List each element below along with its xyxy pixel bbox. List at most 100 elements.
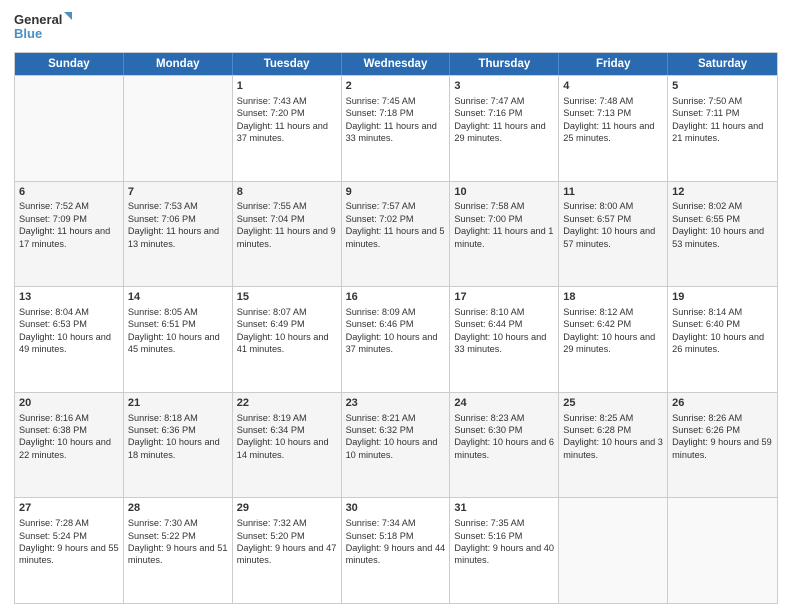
day-number: 14: [128, 290, 228, 305]
cal-cell: 4Sunrise: 7:48 AMSunset: 7:13 PMDaylight…: [559, 76, 668, 181]
day-number: 19: [672, 290, 773, 305]
week-row-1: 1Sunrise: 7:43 AMSunset: 7:20 PMDaylight…: [15, 75, 777, 181]
day-number: 25: [563, 396, 663, 411]
sunrise-text: Sunrise: 7:53 AM: [128, 201, 198, 211]
cal-cell: 1Sunrise: 7:43 AMSunset: 7:20 PMDaylight…: [233, 76, 342, 181]
cal-cell: 19Sunrise: 8:14 AMSunset: 6:40 PMDayligh…: [668, 287, 777, 392]
day-number: 27: [19, 501, 119, 516]
calendar-body: 1Sunrise: 7:43 AMSunset: 7:20 PMDaylight…: [15, 75, 777, 603]
sunset-text: Sunset: 7:02 PM: [346, 214, 414, 224]
cal-cell: [124, 76, 233, 181]
sunrise-text: Sunrise: 8:07 AM: [237, 307, 307, 317]
svg-text:General: General: [14, 12, 62, 27]
sunrise-text: Sunrise: 7:28 AM: [19, 518, 89, 528]
day-number: 30: [346, 501, 446, 516]
sunset-text: Sunset: 6:30 PM: [454, 425, 522, 435]
cal-cell: 26 Sunrise: 8:26 AM Sunset: 6:26 PM Dayligh…: [668, 393, 777, 498]
sunrise-text: Sunrise: 8:04 AM: [19, 307, 89, 317]
sunset-text: Sunset: 5:22 PM: [128, 531, 196, 541]
day-number: 26: [672, 396, 773, 411]
day-number: 17: [454, 290, 554, 305]
cal-cell: 3Sunrise: 7:47 AMSunset: 7:16 PMDaylight…: [450, 76, 559, 181]
sunset-text: Sunset: 7:09 PM: [19, 214, 87, 224]
daylight-text: Daylight: 10 hours and 57 minutes.: [563, 226, 655, 248]
sunrise-text: Sunrise: 8:26 AM: [672, 413, 742, 423]
sunset-text: Sunset: 5:20 PM: [237, 531, 305, 541]
header-cell-friday: Friday: [559, 53, 668, 75]
day-number: 11: [563, 185, 663, 200]
daylight-text: Daylight: 10 hours and 6 minutes.: [454, 437, 554, 459]
cal-cell: 18Sunrise: 8:12 AMSunset: 6:42 PMDayligh…: [559, 287, 668, 392]
sunrise-text: Sunrise: 7:45 AM: [346, 96, 416, 106]
cal-cell: 9Sunrise: 7:57 AMSunset: 7:02 PMDaylight…: [342, 182, 451, 287]
header-cell-saturday: Saturday: [668, 53, 777, 75]
daylight-text: Daylight: 9 hours and 47 minutes.: [237, 543, 337, 565]
sunset-text: Sunset: 5:16 PM: [454, 531, 522, 541]
day-number: 9: [346, 185, 446, 200]
sunrise-text: Sunrise: 7:47 AM: [454, 96, 524, 106]
day-number: 29: [237, 501, 337, 516]
sunrise-text: Sunrise: 8:23 AM: [454, 413, 524, 423]
sunset-text: Sunset: 7:00 PM: [454, 214, 522, 224]
cal-cell: 28Sunrise: 7:30 AMSunset: 5:22 PMDayligh…: [124, 498, 233, 603]
daylight-text: Daylight: 11 hours and 25 minutes.: [563, 121, 654, 143]
cal-cell: 14 Sunrise: 8:05 AM Sunset: 6:51 PM Dayligh…: [124, 287, 233, 392]
day-number: 21: [128, 396, 228, 411]
sunset-text: Sunset: 5:24 PM: [19, 531, 87, 541]
sunset-text: Sunset: 6:46 PM: [346, 319, 414, 329]
day-number: 16: [346, 290, 446, 305]
daylight-text: Daylight: 11 hours and 29 minutes.: [454, 121, 545, 143]
sunset-text: Sunset: 7:11 PM: [672, 108, 739, 118]
sunset-text: Sunset: 6:26 PM: [672, 425, 740, 435]
cal-cell: [559, 498, 668, 603]
sunrise-text: Sunrise: 8:16 AM: [19, 413, 89, 423]
day-number: 24: [454, 396, 554, 411]
daylight-text: Daylight: 10 hours and 49 minutes.: [19, 332, 111, 354]
logo-svg: General Blue: [14, 10, 74, 46]
day-number: 8: [237, 185, 337, 200]
sunrise-text: Sunrise: 8:05 AM: [128, 307, 198, 317]
cal-cell: 6Sunrise: 7:52 AMSunset: 7:09 PMDaylight…: [15, 182, 124, 287]
sunrise-text: Sunrise: 7:58 AM: [454, 201, 524, 211]
daylight-text: Daylight: 11 hours and 5 minutes.: [346, 226, 445, 248]
cal-cell: 17Sunrise: 8:10 AMSunset: 6:44 PMDayligh…: [450, 287, 559, 392]
sunset-text: Sunset: 7:04 PM: [237, 214, 305, 224]
daylight-text: Daylight: 9 hours and 59 minutes.: [672, 437, 772, 459]
cal-cell: 16Sunrise: 8:09 AMSunset: 6:46 PMDayligh…: [342, 287, 451, 392]
sunset-text: Sunset: 6:51 PM: [128, 319, 196, 329]
cal-cell: 24 Sunrise: 8:23 AM Sunset: 6:30 PM Dayligh…: [450, 393, 559, 498]
day-number: 5: [672, 79, 773, 94]
sunset-text: Sunset: 7:20 PM: [237, 108, 305, 118]
day-number: 20: [19, 396, 119, 411]
sunrise-text: Sunrise: 7:43 AM: [237, 96, 307, 106]
day-number: 13: [19, 290, 119, 305]
sunset-text: Sunset: 6:40 PM: [672, 319, 740, 329]
daylight-text: Daylight: 11 hours and 21 minutes.: [672, 121, 763, 143]
week-row-3: 13Sunrise: 8:04 AMSunset: 6:53 PMDayligh…: [15, 286, 777, 392]
day-number: 7: [128, 185, 228, 200]
sunrise-text: Sunrise: 8:00 AM: [563, 201, 633, 211]
daylight-text: Daylight: 10 hours and 22 minutes.: [19, 437, 111, 459]
sunrise-text: Sunrise: 7:48 AM: [563, 96, 633, 106]
day-number: 28: [128, 501, 228, 516]
sunset-text: Sunset: 6:44 PM: [454, 319, 522, 329]
sunset-text: Sunset: 6:28 PM: [563, 425, 631, 435]
daylight-text: Daylight: 10 hours and 41 minutes.: [237, 332, 329, 354]
day-number: 3: [454, 79, 554, 94]
cal-cell: 10Sunrise: 7:58 AMSunset: 7:00 PMDayligh…: [450, 182, 559, 287]
logo: General Blue: [14, 10, 74, 46]
daylight-text: Daylight: 10 hours and 29 minutes.: [563, 332, 655, 354]
daylight-text: Daylight: 11 hours and 17 minutes.: [19, 226, 110, 248]
cal-cell: 12Sunrise: 8:02 AMSunset: 6:55 PMDayligh…: [668, 182, 777, 287]
cal-cell: 31Sunrise: 7:35 AMSunset: 5:16 PMDayligh…: [450, 498, 559, 603]
daylight-text: Daylight: 10 hours and 53 minutes.: [672, 226, 764, 248]
cal-cell: 15Sunrise: 8:07 AMSunset: 6:49 PMDayligh…: [233, 287, 342, 392]
week-row-4: 20Sunrise: 8:16 AMSunset: 6:38 PMDayligh…: [15, 392, 777, 498]
sunset-text: Sunset: 6:42 PM: [563, 319, 631, 329]
sunrise-text: Sunrise: 7:50 AM: [672, 96, 742, 106]
daylight-text: Daylight: 10 hours and 33 minutes.: [454, 332, 546, 354]
day-number: 12: [672, 185, 773, 200]
daylight-text: Daylight: 10 hours and 45 minutes.: [128, 332, 220, 354]
daylight-text: Daylight: 10 hours and 37 minutes.: [346, 332, 438, 354]
cal-cell: 29Sunrise: 7:32 AMSunset: 5:20 PMDayligh…: [233, 498, 342, 603]
